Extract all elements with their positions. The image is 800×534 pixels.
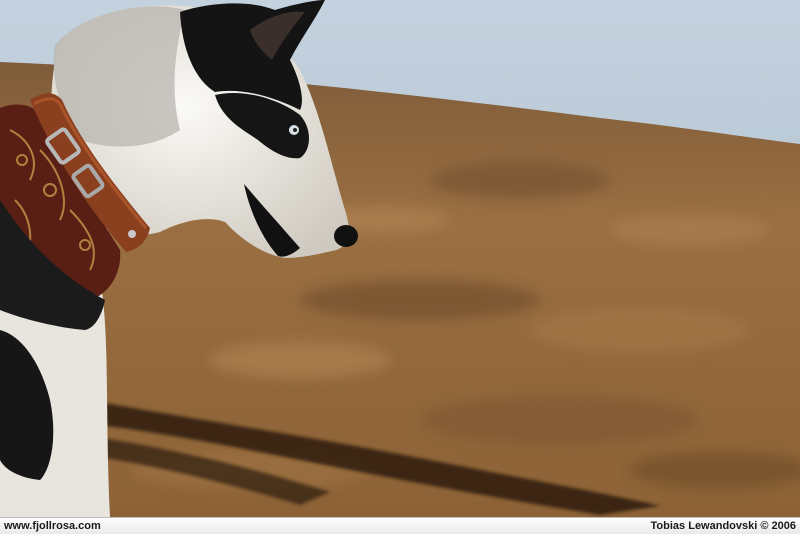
caption-bar: www.fjollrosa.com Tobias Lewandovski © 2… xyxy=(0,517,800,534)
dog-nose xyxy=(334,225,358,247)
photographer-credit: Tobias Lewandovski © 2006 xyxy=(650,520,796,532)
website-credit: www.fjollrosa.com xyxy=(4,520,101,532)
collar-rivet xyxy=(128,230,136,238)
photo: www.fjollrosa.com Tobias Lewandovski © 2… xyxy=(0,0,800,534)
dog-photo xyxy=(0,0,800,517)
